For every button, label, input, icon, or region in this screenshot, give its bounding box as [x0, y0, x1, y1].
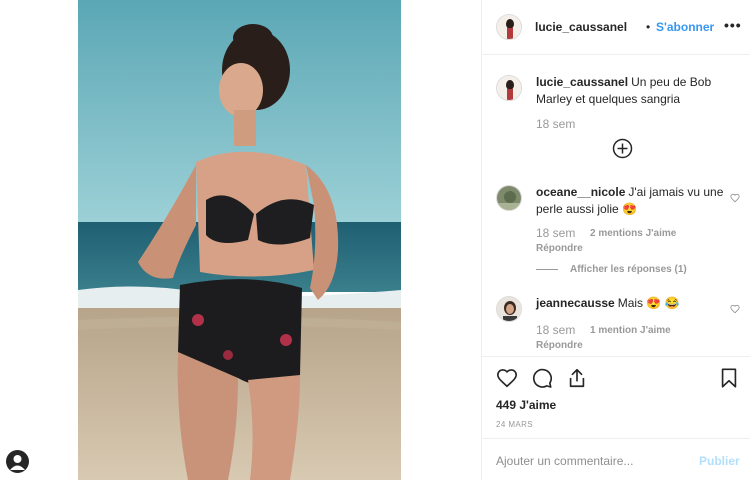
heart-small-icon[interactable]: [730, 193, 740, 203]
user-silhouette-icon: [10, 455, 25, 470]
post-photo[interactable]: [78, 0, 401, 480]
reply-button[interactable]: Répondre: [536, 243, 583, 254]
comment-likes[interactable]: 2 mentions J'aime: [590, 228, 676, 239]
comment-composer: Publier: [482, 438, 750, 480]
post-header: lucie_caussanel • S'abonner •••: [482, 0, 750, 55]
comment-username[interactable]: oceane__nicole: [536, 185, 625, 199]
comment-avatar[interactable]: [496, 185, 522, 211]
comment: oceane__nicole J'ai jamais vu une perle a…: [536, 184, 736, 218]
comments-list: lucie_caussanel Un peu de Bob Marley et q…: [482, 56, 750, 356]
comment: jeannecausse Mais 😍 😂: [536, 295, 736, 312]
comment-username[interactable]: jeannecausse: [536, 296, 615, 310]
replies-divider: [536, 269, 558, 270]
heart-icon[interactable]: [496, 367, 518, 389]
reply-button[interactable]: Répondre: [536, 340, 583, 351]
post-actions: 449 J'aime 24 MARS: [482, 356, 750, 438]
heart-small-icon[interactable]: [730, 304, 740, 314]
follow-button[interactable]: S'abonner: [656, 20, 714, 34]
comment-time[interactable]: 18 sem: [536, 226, 575, 240]
author-avatar-image: [497, 15, 521, 39]
likes-count[interactable]: 449 J'aime: [496, 398, 556, 412]
comment-input[interactable]: [496, 454, 686, 468]
comment-time[interactable]: 18 sem: [536, 323, 575, 337]
share-icon[interactable]: [566, 367, 588, 389]
comment-avatar-image: [497, 186, 521, 210]
view-replies-button[interactable]: Afficher les réponses (1): [570, 264, 687, 275]
comment-avatar-image: [497, 297, 521, 321]
more-icon[interactable]: •••: [724, 17, 742, 33]
publish-button[interactable]: Publier: [699, 454, 740, 468]
comment-avatar[interactable]: [496, 296, 522, 322]
caption-time[interactable]: 18 sem: [536, 117, 575, 131]
bookmark-icon[interactable]: [718, 367, 740, 389]
post-side-panel: lucie_caussanel • S'abonner ••• lucie_ca…: [481, 0, 750, 480]
comment-likes[interactable]: 1 mention J'aime: [590, 325, 671, 336]
caption: lucie_caussanel Un peu de Bob Marley et q…: [536, 74, 736, 108]
viewer-avatar[interactable]: [6, 450, 29, 473]
plus-circle-icon[interactable]: [612, 138, 633, 159]
author-avatar[interactable]: [496, 14, 522, 40]
author-username[interactable]: lucie_caussanel: [535, 20, 627, 34]
caption-avatar[interactable]: [496, 75, 522, 101]
separator-dot: •: [646, 20, 651, 34]
caption-username[interactable]: lucie_caussanel: [536, 75, 628, 89]
post-date[interactable]: 24 MARS: [496, 420, 533, 429]
caption-avatar-image: [497, 76, 521, 100]
beach-photo: [78, 0, 401, 480]
comment-text: Mais 😍 😂: [617, 296, 680, 310]
comment-icon[interactable]: [531, 367, 553, 389]
